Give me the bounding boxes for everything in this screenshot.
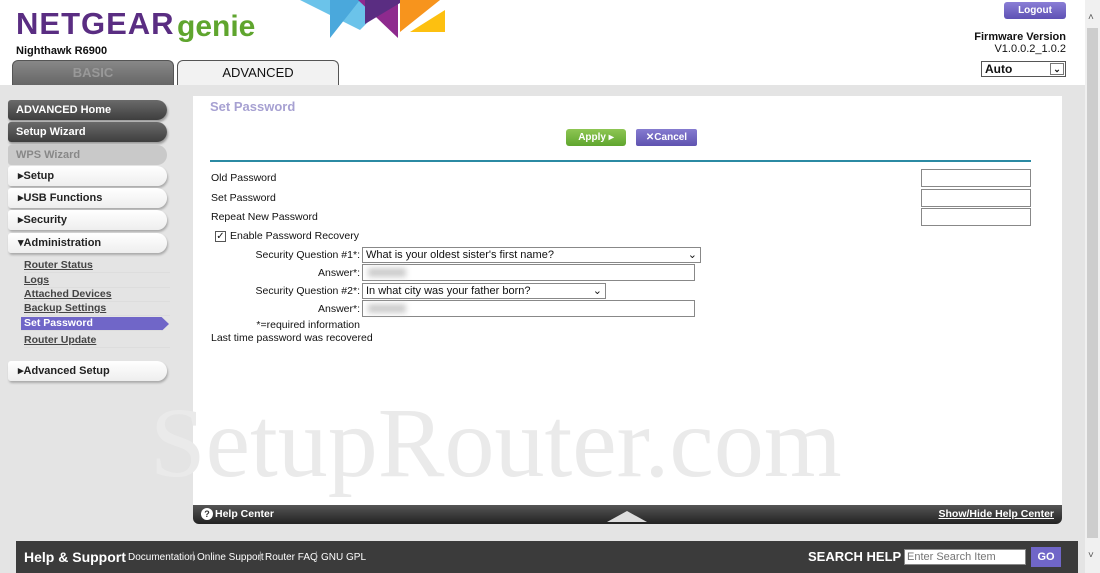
sidebar-wps-wizard[interactable]: WPS Wizard [8, 145, 167, 165]
sidebar-advanced-setup[interactable]: ▸Advanced Setup [8, 361, 167, 381]
sidebar-item-router-update[interactable]: Router Update [24, 334, 170, 348]
watermark: SetupRouter.com [150, 387, 842, 498]
chevron-down-icon: ⌄ [592, 285, 602, 297]
sidebar-label: USB Functions [23, 192, 103, 204]
tab-advanced[interactable]: ADVANCED [177, 60, 339, 85]
cancel-label: Cancel [654, 132, 688, 143]
scroll-up-icon[interactable]: ˄ [1088, 12, 1094, 23]
answer1-label: Answer*: [317, 267, 360, 279]
expand-arrow-icon[interactable] [607, 511, 647, 522]
old-password-input[interactable] [921, 169, 1031, 187]
footer-link-gnu-gpl[interactable]: GNU GPL [321, 552, 366, 563]
tab-basic[interactable]: BASIC [12, 60, 174, 85]
old-password-label: Old Password [211, 172, 277, 184]
help-icon: ? [201, 508, 213, 520]
search-help-label: SEARCH HELP [808, 549, 902, 564]
logout-button[interactable]: Logout [1004, 2, 1066, 19]
footer: Help & Support Documentation | Online Su… [16, 541, 1078, 573]
search-input[interactable] [904, 549, 1026, 565]
page-title: Set Password [210, 99, 296, 114]
model-name: Nighthawk R6900 [16, 45, 108, 57]
apply-button[interactable]: Apply ▸ [566, 129, 626, 146]
question2-select[interactable]: In what city was your father born? ⌄ [362, 283, 606, 299]
sidebar-setup[interactable]: ▸Setup [8, 166, 167, 186]
set-password-input[interactable] [921, 189, 1031, 207]
sidebar-item-set-password[interactable]: Set Password [21, 317, 169, 331]
enable-recovery-label: Enable Password Recovery [230, 230, 359, 242]
blurred-answer [368, 304, 406, 313]
show-hide-help-link[interactable]: Show/Hide Help Center [938, 508, 1054, 520]
chevron-down-icon: ⌄ [687, 249, 697, 261]
scrollbar-thumb[interactable] [1087, 28, 1098, 538]
help-center-label[interactable]: Help Center [215, 508, 274, 520]
help-center-bar: ? Help Center Show/Hide Help Center [193, 505, 1062, 524]
required-note: *=required information [256, 319, 360, 331]
sidebar-advanced-home[interactable]: ADVANCED Home [8, 100, 167, 120]
sidebar-label: Advanced Setup [23, 365, 110, 377]
question2-label: Security Question #2*: [255, 285, 360, 297]
language-select[interactable]: Auto ⌄ [981, 61, 1066, 77]
answer1-input[interactable] [362, 264, 695, 281]
enable-recovery-checkbox[interactable]: ✓ [215, 231, 226, 242]
divider [210, 160, 1031, 162]
question1-value: What is your oldest sister's first name? [366, 249, 554, 261]
firmware-label: Firmware Version [974, 31, 1066, 43]
sidebar-item-router-status[interactable]: Router Status [24, 259, 170, 273]
footer-link-router-faq[interactable]: Router FAQ [265, 552, 318, 563]
footer-link-online-support[interactable]: Online Support [197, 552, 264, 563]
question2-value: In what city was your father born? [366, 285, 531, 297]
language-value: Auto [985, 62, 1013, 76]
last-recovered-label: Last time password was recovered [211, 332, 373, 344]
question1-label: Security Question #1*: [255, 249, 360, 261]
footer-link-documentation[interactable]: Documentation [128, 552, 195, 563]
logo-graphic [300, 0, 445, 40]
blurred-answer [368, 268, 406, 277]
sidebar-administration[interactable]: ▾Administration [8, 233, 167, 253]
repeat-password-input[interactable] [921, 208, 1031, 226]
sidebar-item-logs[interactable]: Logs [24, 274, 170, 288]
scroll-down-icon[interactable]: ˅ [1088, 550, 1094, 561]
repeat-password-label: Repeat New Password [211, 211, 318, 223]
question1-select[interactable]: What is your oldest sister's first name?… [362, 247, 701, 263]
sidebar-security[interactable]: ▸Security [8, 210, 167, 230]
answer2-input[interactable] [362, 300, 695, 317]
sidebar-item-attached-devices[interactable]: Attached Devices [24, 288, 170, 302]
chevron-down-icon: ⌄ [1050, 63, 1064, 75]
answer2-label: Answer*: [317, 303, 360, 315]
sidebar-usb-functions[interactable]: ▸USB Functions [8, 188, 167, 208]
go-button[interactable]: GO [1031, 547, 1061, 567]
genie-logo: genie [177, 10, 256, 43]
firmware-version: V1.0.0.2_1.0.2 [994, 43, 1066, 55]
apply-label: Apply [578, 132, 606, 143]
set-password-label: Set Password [211, 192, 276, 204]
sidebar-label: Security [23, 214, 67, 226]
footer-title: Help & Support [24, 549, 126, 565]
sidebar-label: Setup [23, 170, 55, 182]
sidebar-item-backup-settings[interactable]: Backup Settings [24, 302, 170, 316]
play-icon: ▸ [608, 132, 614, 143]
netgear-logo: NETGEAR [16, 6, 175, 41]
sidebar-label: Administration [23, 237, 102, 249]
cancel-button[interactable]: ✕Cancel [636, 129, 697, 146]
sidebar-setup-wizard[interactable]: Setup Wizard [8, 122, 167, 142]
